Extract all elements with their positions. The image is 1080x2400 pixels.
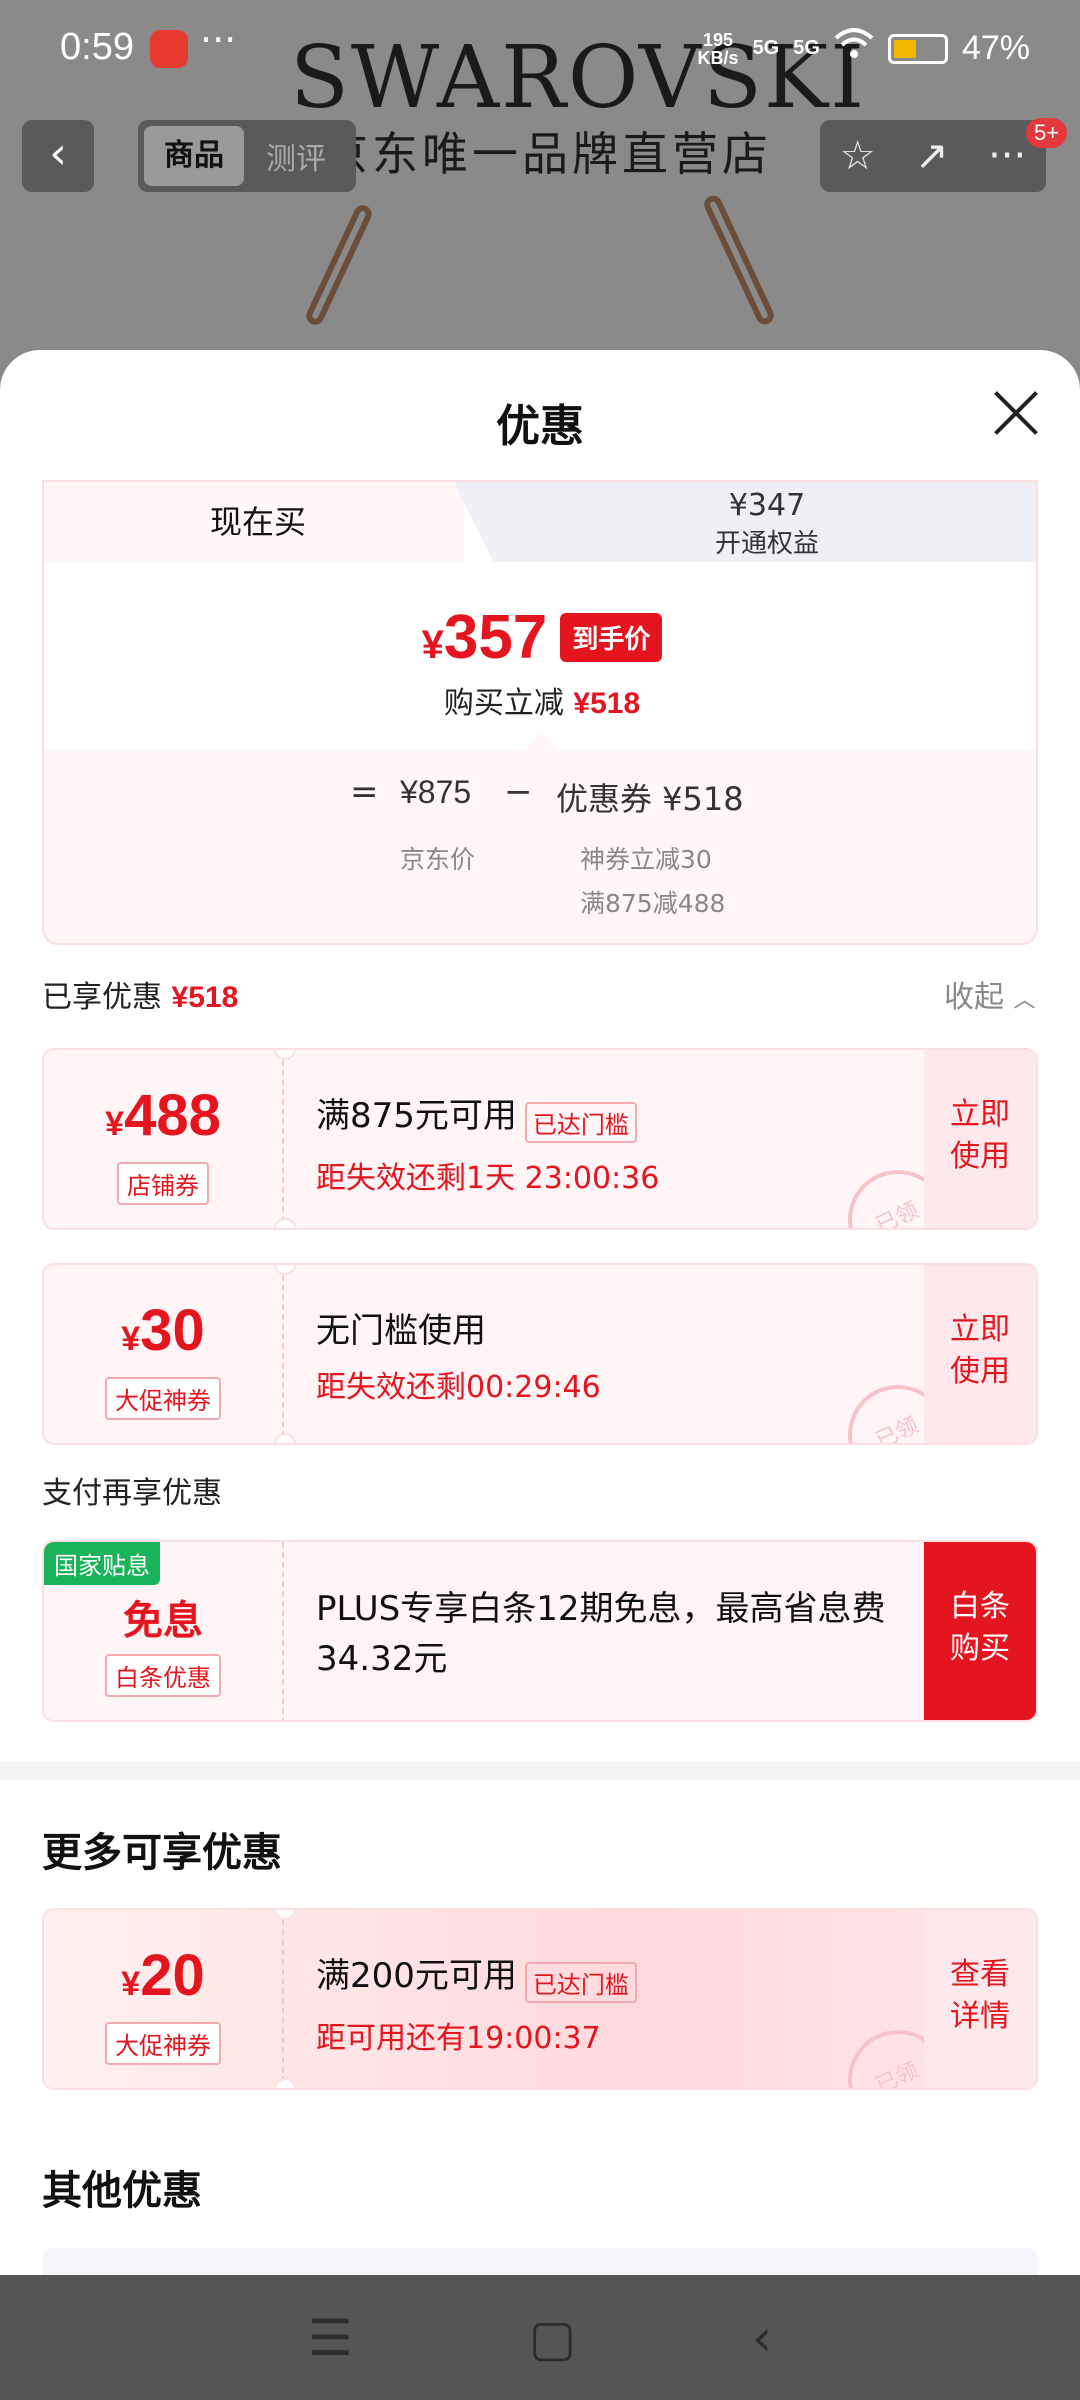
more-icon[interactable]: ··· — [988, 133, 1026, 179]
threshold-badge: 已达门槛 — [524, 1102, 637, 1143]
coupon-detail: 神券立减30 — [580, 845, 712, 874]
coupon-condition: 满875元可用 — [316, 1096, 517, 1136]
baitiao-buy-button[interactable]: 白条 购买 — [924, 1542, 1036, 1720]
battery-icon — [887, 33, 948, 64]
chevron-left-icon: ‹ — [49, 128, 67, 179]
chevron-up-icon: ︿ — [1013, 988, 1036, 1013]
necklace-chain-image — [701, 192, 777, 328]
jd-price: ¥875 — [400, 774, 472, 810]
coupon-card: ¥488 店铺券 满875元可用 已达门槛 距失效还剩1天 23:00:36 已领… — [42, 1048, 1038, 1230]
coupon-value: ¥488 店铺券 — [44, 1050, 284, 1228]
tab-review[interactable]: 测评 — [244, 134, 326, 178]
status-time: 0:59 — [60, 26, 134, 68]
other-offers-card — [42, 2248, 1038, 2275]
net-speed: 195 KB/s — [697, 29, 739, 68]
more-notifications-icon: ··· — [200, 18, 237, 62]
sheet-title: 优惠 — [496, 401, 584, 452]
price-formula — [44, 750, 1036, 943]
collapse-button[interactable]: 收起 ︿ — [944, 972, 1036, 1016]
price-card: 现在买 ¥347 开通权益 ¥357 到手价 购买立减 ¥518 = ¥875 … — [42, 480, 1038, 945]
coupon-timer: 距可用还有19:00:37 — [316, 2021, 601, 2056]
coupon-type: 大促神券 — [105, 2022, 221, 2065]
more-offers-title: 更多可享优惠 — [42, 1830, 282, 1876]
payment-offer-card: 免息 白条优惠 国家贴息 PLUS专享白条12期免息，最高省息费34.32元 白… — [42, 1540, 1038, 1722]
coupon-condition: 无门槛使用 — [316, 1311, 486, 1351]
coupon-value: ¥30 大促神券 — [44, 1265, 284, 1443]
back-icon[interactable]: ‹ — [752, 2309, 772, 2367]
final-price-tag: 到手价 — [560, 613, 663, 662]
share-icon[interactable]: ↗ — [915, 133, 949, 179]
tab-buy-now[interactable]: 现在买 — [44, 482, 464, 562]
coupon-info: 满875元可用 已达门槛 距失效还剩1天 23:00:36 — [316, 1088, 659, 1197]
coupon-condition: 满200元可用 — [316, 1956, 517, 1996]
use-now-button[interactable]: 立即 使用 — [924, 1265, 1036, 1443]
tab-plus-benefit[interactable]: ¥347 开通权益 — [454, 482, 1036, 562]
gov-subsidy-tag: 国家贴息 — [44, 1542, 160, 1585]
product-tabs: 商品 测评 — [138, 120, 356, 192]
status-right-group: 195 KB/s 5G 5G 47% — [698, 28, 1030, 69]
coupon-info: 无门槛使用 距失效还剩00:29:46 — [316, 1303, 601, 1406]
use-now-button[interactable]: 立即 使用 — [924, 1050, 1036, 1228]
coupon-total: 优惠券 ¥518 — [556, 780, 744, 818]
coupon-value: ¥20 大促神券 — [44, 1910, 284, 2088]
signal-1-icon: 5G — [752, 37, 780, 59]
wifi-icon — [834, 28, 874, 69]
coupon-info: 满200元可用 已达门槛 距可用还有19:00:37 — [316, 1948, 637, 2057]
message-badge: 5+ — [1026, 118, 1068, 148]
system-navigation-bar: ☰ ▢ ‹ — [0, 2275, 1080, 2400]
formula-equals: = — [350, 772, 379, 812]
plus-price: ¥347 — [728, 488, 806, 523]
battery-percent: 47% — [961, 29, 1030, 67]
necklace-chain-image — [303, 202, 375, 328]
coupon-timer: 距失效还剩00:29:46 — [316, 1370, 601, 1405]
threshold-badge: 已达门槛 — [524, 1962, 637, 2003]
coupon-detail: 满875减488 — [580, 889, 726, 918]
signal-2-icon: 5G — [793, 37, 820, 59]
plus-label: 开通权益 — [714, 529, 819, 559]
section-divider — [0, 1762, 1080, 1780]
final-price-row: ¥357 到手价 — [44, 602, 1036, 673]
enjoyed-discount: 已享优惠 ¥518 — [42, 980, 239, 1015]
final-price: ¥357 — [421, 603, 548, 672]
tab-product[interactable]: 商品 — [144, 126, 244, 186]
payment-type: 白条优惠 — [105, 1654, 221, 1697]
formula-minus: − — [504, 772, 533, 812]
home-icon[interactable]: ▢ — [529, 2309, 576, 2367]
app-notification-icon — [150, 30, 188, 68]
payment-description: PLUS专享白条12期免息，最高省息费34.32元 — [316, 1589, 886, 1679]
jd-price-label: 京东价 — [400, 845, 476, 874]
status-bar: 0:59 ··· 195 KB/s 5G 5G 47% — [0, 0, 1080, 100]
coupon-type: 大促神券 — [105, 1377, 221, 1420]
close-icon[interactable] — [990, 388, 1040, 438]
nav-actions: ☆ ↗ ··· — [820, 120, 1046, 192]
menu-icon[interactable]: ☰ — [308, 2309, 353, 2367]
other-offers-title: 其他优惠 — [42, 2168, 202, 2214]
coupon-card: ¥30 大促神券 无门槛使用 距失效还剩00:29:46 已领 立即 使用 — [42, 1263, 1038, 1445]
coupon-timer: 距失效还剩1天 23:00:36 — [316, 1161, 660, 1196]
brand-subtitle: 京东唯一品牌直营店 — [322, 127, 772, 181]
star-icon[interactable]: ☆ — [840, 133, 876, 179]
instant-discount: 购买立减 ¥518 — [443, 686, 641, 721]
coupon-card: ¥20 大促神券 满200元可用 已达门槛 距可用还有19:00:37 已领 查看… — [42, 1908, 1038, 2090]
view-details-button[interactable]: 查看 详情 — [924, 1910, 1036, 2088]
coupon-type: 店铺券 — [117, 1162, 209, 1205]
promotion-sheet: 优惠 现在买 ¥347 开通权益 ¥357 到手价 购买立减 ¥518 = ¥8… — [0, 350, 1080, 2275]
pay-section-title: 支付再享优惠 — [42, 1476, 222, 1511]
back-button[interactable]: ‹ — [22, 120, 94, 192]
